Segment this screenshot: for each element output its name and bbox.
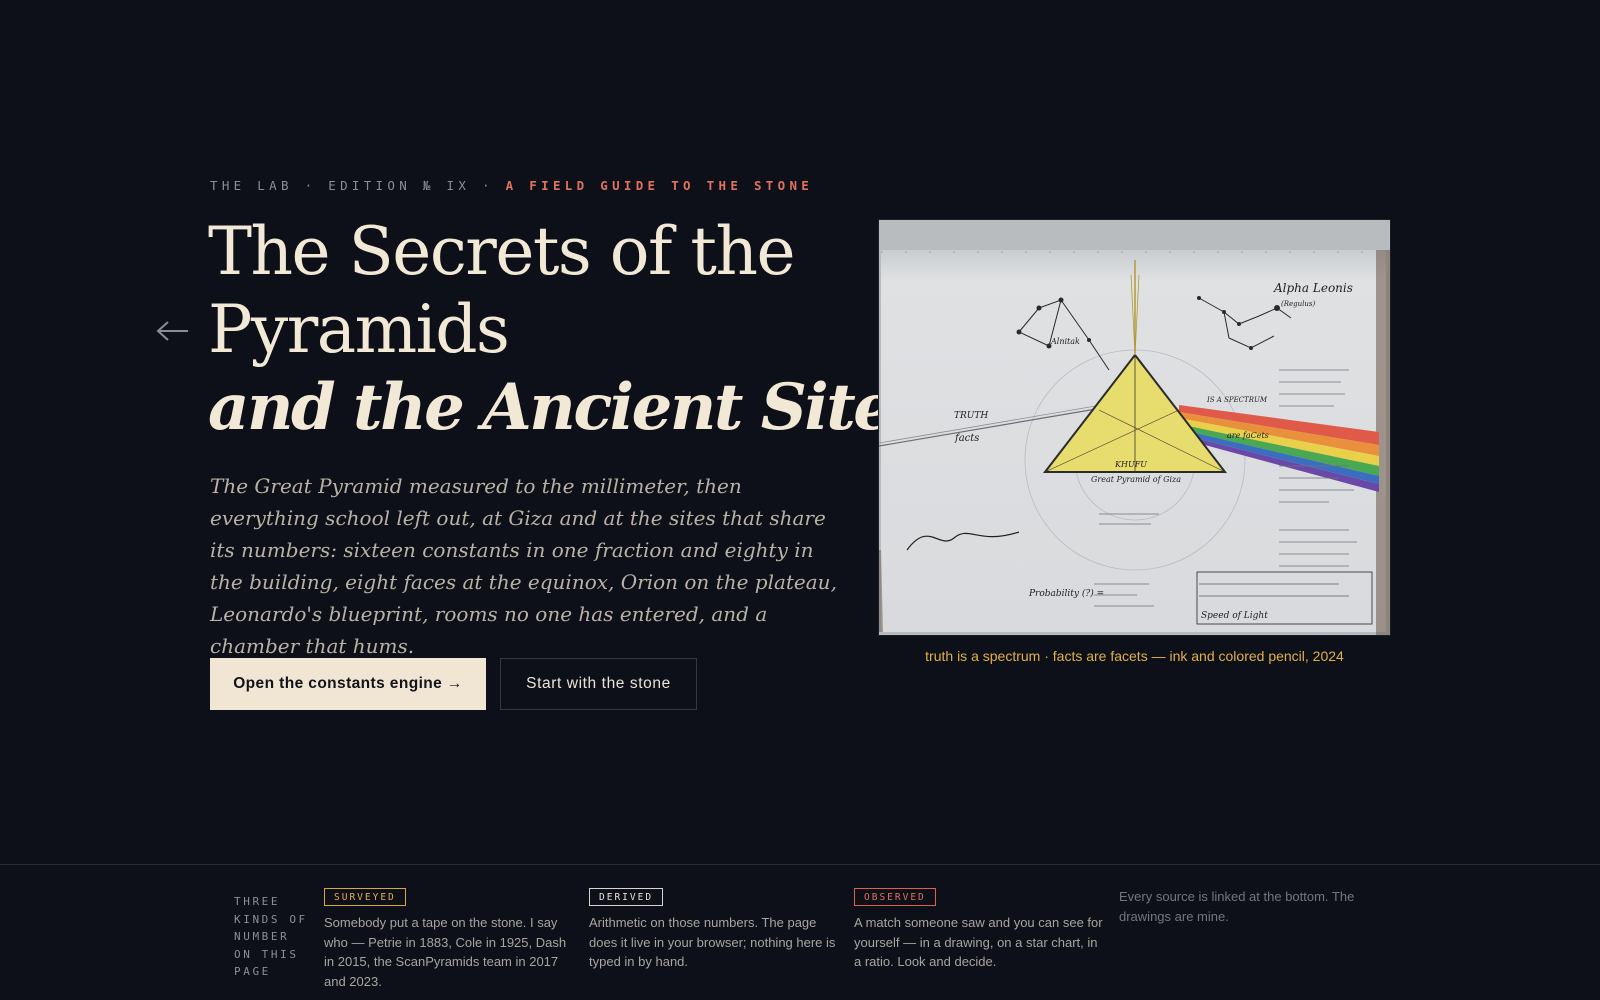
start-with-stone-button[interactable]: Start with the stone — [500, 658, 697, 710]
label-truth: TRUTH — [954, 411, 988, 421]
sources-note: Every source is linked at the bottom. Th… — [1119, 889, 1355, 924]
page-title: The Secrets of the Pyramids and the Anci… — [208, 213, 928, 447]
kicker: THE LAB · EDITION № IX · A FIELD GUIDE T… — [210, 178, 813, 193]
label-khufu: KHUFU — [1114, 460, 1147, 469]
observed-badge: OBSERVED — [854, 888, 936, 906]
open-constants-engine-button[interactable]: Open the constants engine → — [210, 658, 486, 710]
kicker-main: THE LAB · EDITION № IX · — [210, 178, 506, 193]
label-spectrum: IS A SPECTRUM — [1206, 396, 1268, 404]
pyramid-drawing: Alpha Leonis (Regulus) Alnitak TRUTH fac… — [879, 220, 1390, 635]
label-regulus: (Regulus) — [1281, 300, 1315, 308]
kinds-label: THREE KINDS OF NUMBER ON THIS PAGE — [234, 895, 308, 978]
figure-caption: truth is a spectrum · facts are facets —… — [925, 648, 1344, 664]
kind-derived: DERIVED Arithmetic on those numbers. The… — [589, 887, 839, 972]
derived-text: Arithmetic on those numbers. The page do… — [589, 915, 836, 969]
pyramid-drawing-svg: Alpha Leonis (Regulus) Alnitak TRUTH fac… — [879, 220, 1390, 635]
derived-badge: DERIVED — [589, 888, 664, 906]
observed-text: A match someone saw and you can see for … — [854, 915, 1103, 969]
label-great-pyramid: Great Pyramid of Giza — [1091, 475, 1181, 484]
kicker-accent: A FIELD GUIDE TO THE STONE — [505, 178, 814, 193]
surveyed-badge: SURVEYED — [324, 888, 406, 906]
label-alnitak: Alnitak — [1050, 337, 1080, 346]
title-line-1: The Secrets of the — [208, 213, 796, 290]
kind-observed: OBSERVED A match someone saw and you can… — [854, 887, 1104, 972]
kind-surveyed: SURVEYED Somebody put a tape on the ston… — [324, 887, 574, 991]
label-alpha-leonis: Alpha Leonis — [1273, 281, 1353, 295]
title-line-3: and the Ancient Sites — [208, 370, 928, 445]
label-facets: are faCets — [1227, 431, 1269, 440]
label-facts: facts — [954, 433, 979, 444]
section-divider — [0, 864, 1600, 865]
label-probability: Probability (?) = — [1028, 588, 1104, 599]
surveyed-text: Somebody put a tape on the stone. I say … — [324, 915, 567, 989]
page: THE LAB · EDITION № IX · A FIELD GUIDE T… — [0, 0, 1600, 1000]
title-line-2: Pyramids — [208, 291, 510, 368]
arrow-left-icon[interactable] — [156, 318, 190, 344]
label-speed-of-light: Speed of Light — [1201, 611, 1268, 621]
lede-paragraph: The Great Pyramid measured to the millim… — [210, 474, 837, 658]
